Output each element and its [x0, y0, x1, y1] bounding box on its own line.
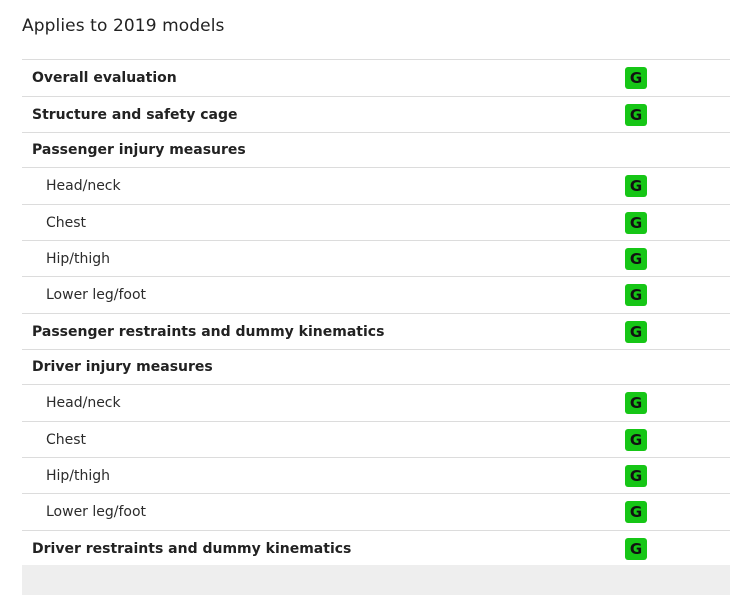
- row-label: Passenger injury measures: [32, 142, 246, 158]
- table-row-driver-hip-thigh: Hip/thigh G: [22, 458, 730, 494]
- rating-badge-good: G: [625, 103, 647, 126]
- table-row-passenger-injury-measures: Passenger injury measures: [22, 133, 730, 168]
- row-label: Head/neck: [46, 178, 121, 194]
- row-label: Structure and safety cage: [32, 106, 238, 123]
- table-row-overall-evaluation: Overall evaluation G: [22, 60, 730, 97]
- table-row-passenger-chest: Chest G: [22, 205, 730, 241]
- rating-badge-good: G: [625, 284, 647, 306]
- table-row-structure-safety-cage: Structure and safety cage G: [22, 97, 730, 133]
- row-label: Lower leg/foot: [46, 287, 147, 303]
- rating-badge-good: G: [625, 392, 647, 414]
- table-row-driver-head-neck: Head/neck G: [22, 385, 730, 422]
- row-label: Passenger restraints and dummy kinematic…: [32, 323, 385, 340]
- rating-badge-good: G: [625, 175, 647, 197]
- rating-badge-good: G: [625, 537, 647, 560]
- row-label: Hip/thigh: [46, 467, 111, 484]
- row-label: Chest: [46, 431, 87, 448]
- rating-badge-good: G: [625, 211, 647, 234]
- table-row-driver-injury-measures: Driver injury measures: [22, 350, 730, 385]
- row-label: Chest: [46, 214, 87, 231]
- row-label: Lower leg/foot: [46, 504, 147, 520]
- rating-badge-good: G: [625, 320, 647, 343]
- row-label: Head/neck: [46, 395, 121, 411]
- table-row-driver-chest: Chest G: [22, 422, 730, 458]
- table-row-driver-lower-leg-foot: Lower leg/foot G: [22, 494, 730, 531]
- table-row-passenger-hip-thigh: Hip/thigh G: [22, 241, 730, 277]
- table-row-passenger-restraints: Passenger restraints and dummy kinematic…: [22, 314, 730, 350]
- row-label: Driver injury measures: [32, 359, 213, 375]
- page-title: Applies to 2019 models: [22, 16, 225, 36]
- rating-badge-good: G: [625, 247, 647, 270]
- rating-badge-good: G: [625, 501, 647, 523]
- row-label: Hip/thigh: [46, 250, 111, 267]
- row-label: Driver restraints and dummy kinematics: [32, 540, 352, 557]
- ratings-table: Overall evaluation G Structure and safet…: [22, 59, 730, 567]
- table-row-passenger-lower-leg-foot: Lower leg/foot G: [22, 277, 730, 314]
- rating-badge-good: G: [625, 464, 647, 487]
- table-row-passenger-head-neck: Head/neck G: [22, 168, 730, 205]
- table-row-driver-restraints: Driver restraints and dummy kinematics G: [22, 531, 730, 567]
- rating-badge-good: G: [625, 428, 647, 451]
- row-label: Overall evaluation: [32, 70, 177, 86]
- rating-badge-good: G: [625, 67, 647, 89]
- footer-note: [22, 565, 730, 595]
